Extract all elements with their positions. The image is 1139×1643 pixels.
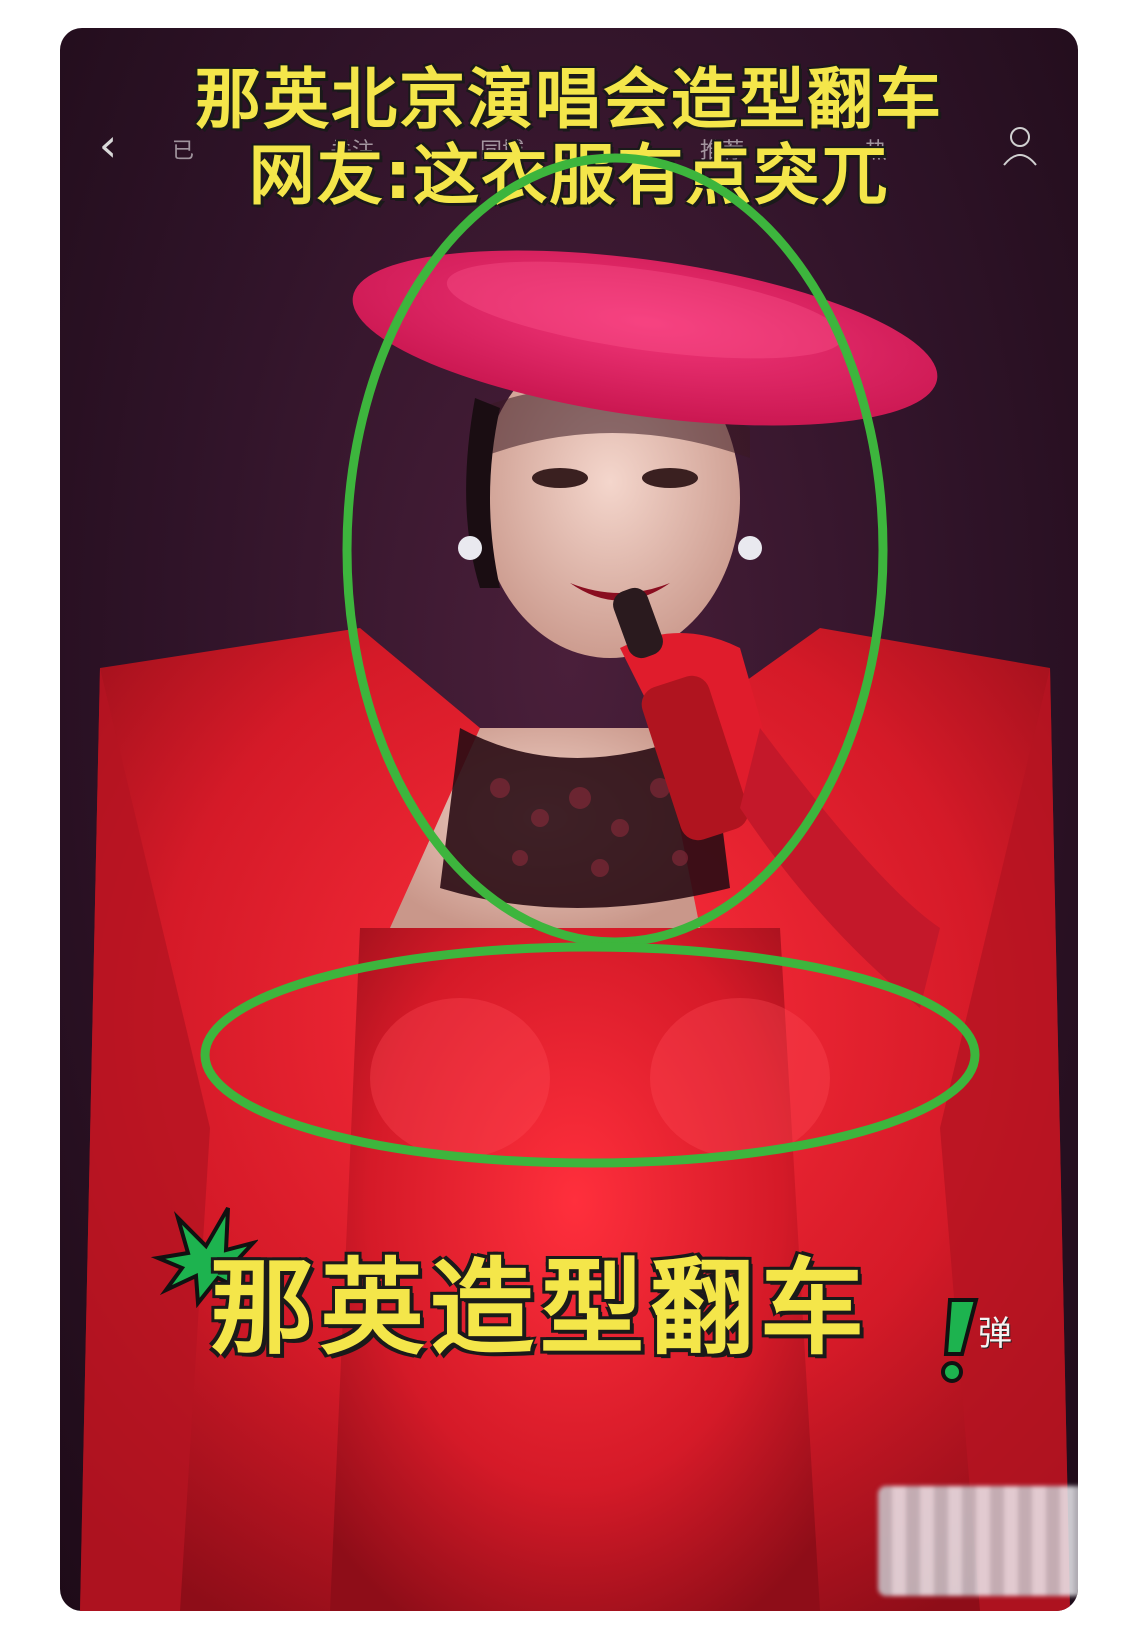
performer-image	[80, 250, 1070, 1611]
headline-line-2: 网友:这衣服有点突兀	[248, 137, 890, 214]
blurred-watermark	[878, 1486, 1078, 1596]
video-caption: 那英造型翻车	[210, 1247, 871, 1369]
video-headline: 那英北京演唱会造型翻车 网友:这衣服有点突兀	[60, 62, 1078, 214]
danmaku-tag: 弹	[978, 1314, 1012, 1354]
headline-line-1: 那英北京演唱会造型翻车	[195, 61, 943, 138]
video-frame[interactable]: ‹ 已 关注 同城 推荐 热 那英北京演唱会造型翻车 网友:这衣服有点突兀 那英…	[60, 28, 1078, 1611]
